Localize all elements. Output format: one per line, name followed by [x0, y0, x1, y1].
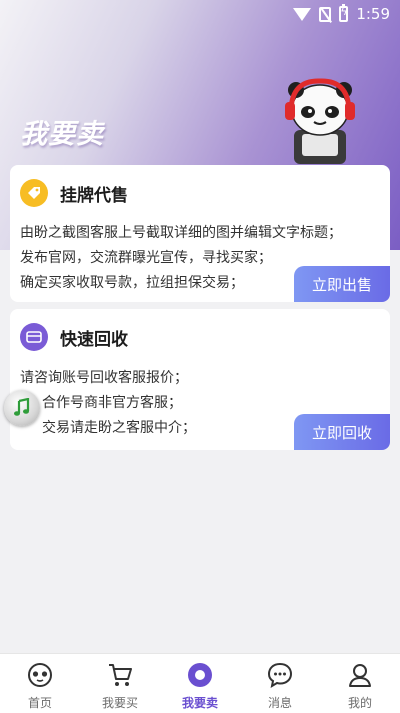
- battery-charging-icon: [339, 4, 349, 22]
- tab-buy-label: 我要买: [101, 696, 138, 710]
- music-note-icon: [14, 398, 30, 416]
- recycle-card-header: 快速回收: [20, 323, 128, 351]
- wallet-icon: [20, 323, 48, 351]
- cart-icon: [105, 661, 135, 689]
- profile-icon: [345, 661, 375, 689]
- home-panda-icon: [25, 661, 55, 689]
- recycle-line-2: 合作号商非官方客服；: [42, 395, 182, 411]
- panda-mascot-icon: [285, 78, 355, 164]
- tab-sell[interactable]: 我要卖: [160, 654, 240, 713]
- sell-line-1: 由盼之截图客服上号截取详细的图并编辑文字标题；: [20, 225, 342, 241]
- sell-card-header: 挂牌代售: [20, 179, 128, 207]
- tab-home[interactable]: 首页: [0, 654, 80, 713]
- sell-now-button[interactable]: 立即出售: [294, 266, 390, 302]
- recycle-now-button[interactable]: 立即回收: [294, 414, 390, 450]
- page-title: 我要卖: [20, 119, 104, 150]
- no-sim-icon: [319, 6, 332, 22]
- sell-icon: [185, 661, 215, 689]
- sell-card-title: 挂牌代售: [60, 185, 128, 206]
- tab-messages-label: 消息: [267, 696, 292, 710]
- message-icon: [265, 661, 295, 689]
- recycle-card-description: 请咨询账号回收客服报价； 合作号商非官方客服； 交易请走盼之客服中介；: [20, 366, 196, 441]
- recycle-line-3: 交易请走盼之客服中介；: [42, 420, 196, 436]
- tab-home-label: 首页: [27, 696, 52, 710]
- bottom-tab-bar: 首页 我要买 我要卖 消息 我的: [0, 653, 400, 713]
- tab-buy[interactable]: 我要买: [80, 654, 160, 713]
- recycle-line-1: 请咨询账号回收客服报价；: [20, 370, 188, 386]
- status-bar: 1:59: [0, 0, 400, 28]
- tab-profile-label: 我的: [347, 696, 372, 710]
- floating-music-button[interactable]: [4, 390, 40, 426]
- tab-messages[interactable]: 消息: [240, 654, 320, 713]
- tab-profile[interactable]: 我的: [320, 654, 400, 713]
- tag-icon: [20, 179, 48, 207]
- recycle-card-title: 快速回收: [60, 329, 128, 350]
- sell-line-2: 发布官网，交流群曝光宣传，寻找买家；: [20, 250, 272, 266]
- sell-card: 挂牌代售 由盼之截图客服上号截取详细的图并编辑文字标题； 发布官网，交流群曝光宣…: [10, 165, 390, 302]
- recycle-card: 快速回收 请咨询账号回收客服报价； 合作号商非官方客服； 交易请走盼之客服中介；…: [10, 309, 390, 450]
- tab-sell-label: 我要卖: [181, 696, 218, 710]
- status-time: 1:59: [356, 5, 390, 23]
- wifi-icon: [293, 7, 312, 21]
